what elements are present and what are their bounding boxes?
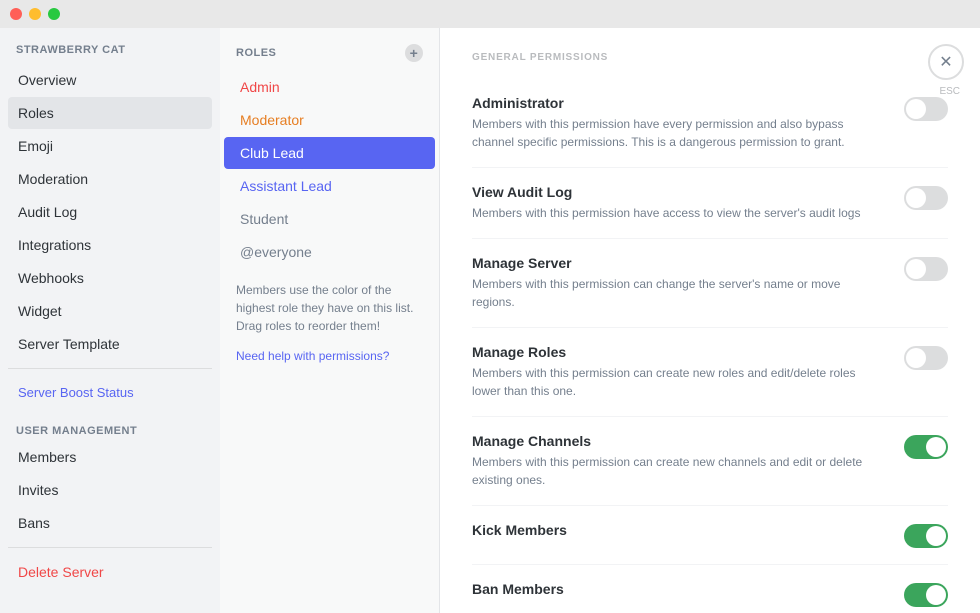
permission-name-administrator: Administrator bbox=[472, 95, 884, 111]
general-permissions-label: General Permissions bbox=[472, 52, 948, 63]
roles-header-label: Roles bbox=[236, 47, 276, 59]
permission-name-manage-roles: Manage Roles bbox=[472, 344, 884, 360]
permission-info-manage-channels: Manage Channels Members with this permiss… bbox=[472, 433, 904, 489]
user-management-section: User Management bbox=[8, 409, 212, 441]
roles-help-link[interactable]: Need help with permissions? bbox=[220, 345, 405, 367]
role-item-moderator[interactable]: Moderator bbox=[224, 104, 435, 136]
permission-item-administrator: Administrator Members with this permissio… bbox=[472, 79, 948, 168]
toggle-thumb-kick-members bbox=[926, 526, 946, 546]
role-item-club-lead[interactable]: Club Lead bbox=[224, 137, 435, 169]
add-role-button[interactable]: + bbox=[405, 44, 423, 62]
toggle-thumb-administrator bbox=[906, 99, 926, 119]
toggle-thumb-view-audit-log bbox=[906, 188, 926, 208]
sidebar-item-overview[interactable]: Overview bbox=[8, 64, 212, 96]
main-content: ✕ ESC General Permissions Administrator M… bbox=[440, 28, 980, 613]
permission-info-view-audit-log: View Audit Log Members with this permissi… bbox=[472, 184, 904, 222]
esc-label: ESC bbox=[939, 86, 960, 97]
permission-name-ban-members: Ban Members bbox=[472, 581, 884, 597]
sidebar-item-server-template[interactable]: Server Template bbox=[8, 328, 212, 360]
toggle-thumb-manage-server bbox=[906, 259, 926, 279]
toggle-administrator[interactable] bbox=[904, 97, 948, 121]
toggle-track-ban-members[interactable] bbox=[904, 583, 948, 607]
permission-item-manage-channels: Manage Channels Members with this permiss… bbox=[472, 417, 948, 506]
permission-desc-manage-server: Members with this permission can change … bbox=[472, 275, 884, 311]
sidebar: Strawberry Cat Overview Roles Emoji Mode… bbox=[0, 28, 220, 613]
close-icon: ✕ bbox=[939, 52, 952, 72]
role-item-student[interactable]: Student bbox=[224, 203, 435, 235]
sidebar-divider-2 bbox=[8, 547, 212, 548]
sidebar-item-members[interactable]: Members bbox=[8, 441, 212, 473]
toggle-track-view-audit-log[interactable] bbox=[904, 186, 948, 210]
close-dialog-button[interactable]: ✕ bbox=[928, 44, 964, 80]
permission-name-manage-server: Manage Server bbox=[472, 255, 884, 271]
permission-item-view-audit-log: View Audit Log Members with this permissi… bbox=[472, 168, 948, 239]
permission-item-manage-server: Manage Server Members with this permissio… bbox=[472, 239, 948, 328]
sidebar-item-emoji[interactable]: Emoji bbox=[8, 130, 212, 162]
sidebar-item-delete-server[interactable]: Delete Server bbox=[8, 556, 212, 588]
toggle-manage-roles[interactable] bbox=[904, 346, 948, 370]
toggle-kick-members[interactable] bbox=[904, 524, 948, 548]
sidebar-item-bans[interactable]: Bans bbox=[8, 507, 212, 539]
toggle-track-manage-roles[interactable] bbox=[904, 346, 948, 370]
permissions-list: Administrator Members with this permissio… bbox=[472, 79, 948, 613]
toggle-manage-server[interactable] bbox=[904, 257, 948, 281]
sidebar-item-webhooks[interactable]: Webhooks bbox=[8, 262, 212, 294]
sidebar-item-widget[interactable]: Widget bbox=[8, 295, 212, 327]
permission-desc-manage-roles: Members with this permission can create … bbox=[472, 364, 884, 400]
permission-info-manage-server: Manage Server Members with this permissio… bbox=[472, 255, 904, 311]
sidebar-item-integrations[interactable]: Integrations bbox=[8, 229, 212, 261]
app-container: Strawberry Cat Overview Roles Emoji Mode… bbox=[0, 28, 980, 613]
toggle-track-manage-server[interactable] bbox=[904, 257, 948, 281]
sidebar-item-roles[interactable]: Roles bbox=[8, 97, 212, 129]
toggle-manage-channels[interactable] bbox=[904, 435, 948, 459]
permission-info-administrator: Administrator Members with this permissio… bbox=[472, 95, 904, 151]
toggle-thumb-ban-members bbox=[926, 585, 946, 605]
permission-name-kick-members: Kick Members bbox=[472, 522, 884, 538]
roles-panel: Roles + Admin Moderator Club Lead Assist… bbox=[220, 28, 440, 613]
permission-name-manage-channels: Manage Channels bbox=[472, 433, 884, 449]
sidebar-item-boost[interactable]: Server Boost Status bbox=[8, 377, 212, 408]
role-item-assistant-lead[interactable]: Assistant Lead bbox=[224, 170, 435, 202]
permission-info-kick-members: Kick Members bbox=[472, 522, 904, 542]
sidebar-item-invites[interactable]: Invites bbox=[8, 474, 212, 506]
sidebar-item-moderation[interactable]: Moderation bbox=[8, 163, 212, 195]
minimize-button[interactable] bbox=[29, 8, 41, 20]
role-item-everyone[interactable]: @everyone bbox=[224, 236, 435, 268]
permission-desc-view-audit-log: Members with this permission have access… bbox=[472, 204, 884, 222]
toggle-thumb-manage-roles bbox=[906, 348, 926, 368]
close-button[interactable] bbox=[10, 8, 22, 20]
titlebar bbox=[0, 0, 980, 28]
permission-item-kick-members: Kick Members bbox=[472, 506, 948, 565]
roles-info-text: Members use the color of the highest rol… bbox=[220, 269, 439, 347]
permission-item-manage-roles: Manage Roles Members with this permission… bbox=[472, 328, 948, 417]
permission-desc-manage-channels: Members with this permission can create … bbox=[472, 453, 884, 489]
roles-header: Roles + bbox=[220, 28, 439, 70]
toggle-thumb-manage-channels bbox=[926, 437, 946, 457]
role-item-admin[interactable]: Admin bbox=[224, 71, 435, 103]
toggle-track-administrator[interactable] bbox=[904, 97, 948, 121]
toggle-track-manage-channels[interactable] bbox=[904, 435, 948, 459]
toggle-track-kick-members[interactable] bbox=[904, 524, 948, 548]
permission-name-view-audit-log: View Audit Log bbox=[472, 184, 884, 200]
maximize-button[interactable] bbox=[48, 8, 60, 20]
permission-desc-administrator: Members with this permission have every … bbox=[472, 115, 884, 151]
permission-item-ban-members: Ban Members bbox=[472, 565, 948, 613]
toggle-ban-members[interactable] bbox=[904, 583, 948, 607]
permission-info-ban-members: Ban Members bbox=[472, 581, 904, 601]
toggle-view-audit-log[interactable] bbox=[904, 186, 948, 210]
permission-info-manage-roles: Manage Roles Members with this permission… bbox=[472, 344, 904, 400]
sidebar-item-audit-log[interactable]: Audit Log bbox=[8, 196, 212, 228]
server-name: Strawberry Cat bbox=[8, 44, 212, 56]
sidebar-divider bbox=[8, 368, 212, 369]
